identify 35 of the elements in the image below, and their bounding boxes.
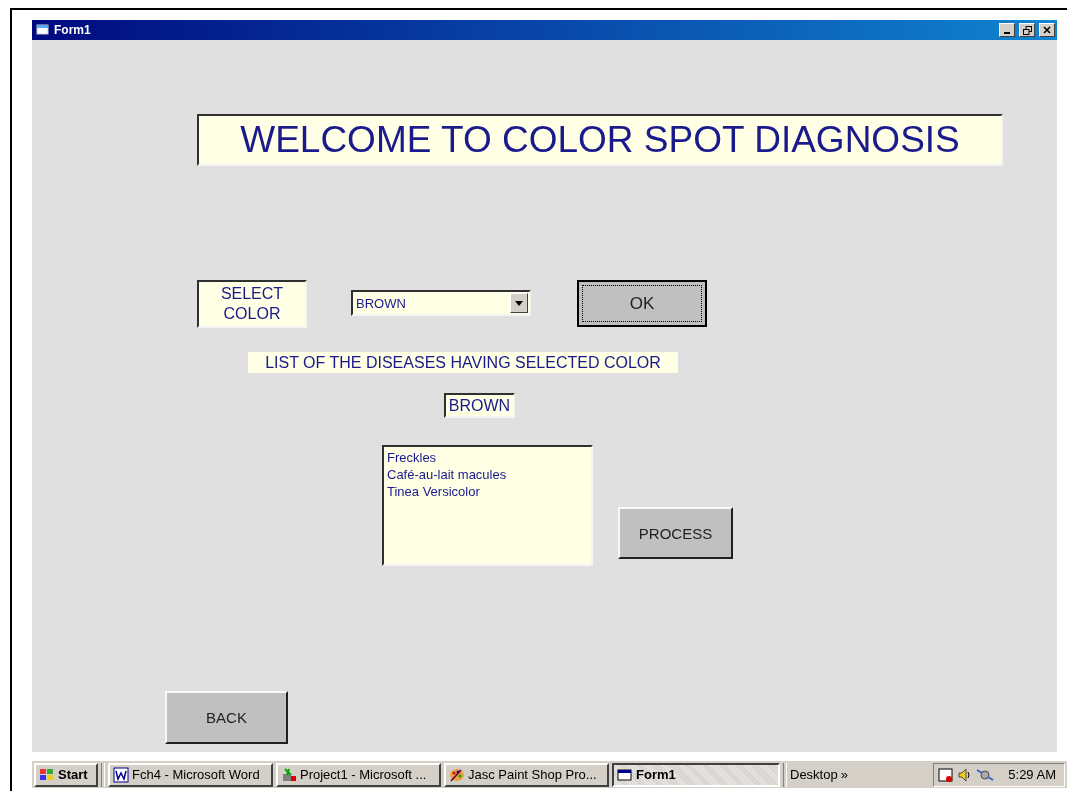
desktop-toolbar-label: Desktop	[790, 767, 838, 782]
minimize-button[interactable]	[999, 23, 1015, 37]
dropdown-button[interactable]	[510, 293, 528, 313]
back-button[interactable]: BACK	[165, 691, 288, 744]
clock: 5:29 AM	[1008, 767, 1056, 782]
taskbar-button[interactable]: Form1	[612, 762, 780, 787]
start-button[interactable]: Start	[34, 762, 98, 787]
window-title: Form1	[54, 23, 92, 37]
color-dropdown[interactable]: BROWN	[351, 290, 531, 316]
process-button[interactable]: PROCESS	[618, 507, 733, 559]
taskbar-button[interactable]: Fch4 - Microsoft Word	[108, 762, 273, 787]
disease-item[interactable]: Freckles	[387, 449, 588, 466]
palette-icon	[449, 766, 465, 783]
close-icon	[1043, 26, 1051, 34]
taskbar-button[interactable]: Jasc Paint Shop Pro...	[444, 762, 609, 787]
select-color-label: SELECT COLOR	[197, 280, 307, 328]
taskbar-button[interactable]: Project1 - Microsoft ...	[276, 762, 441, 787]
restore-button[interactable]	[1019, 23, 1035, 37]
selected-color-label: BROWN	[444, 393, 515, 418]
project-icon	[281, 766, 297, 783]
ok-button[interactable]: OK	[577, 280, 707, 327]
caret-icon	[515, 300, 523, 306]
window-icon	[617, 767, 633, 782]
disease-item[interactable]: Tinea Versicolor	[387, 483, 588, 500]
disease-item[interactable]: Café-au-lait macules	[387, 466, 588, 483]
speaker-icon	[958, 766, 973, 783]
list-caption: LIST OF THE DISEASES HAVING SELECTED COLOR	[248, 352, 678, 373]
window-icon	[36, 24, 50, 36]
close-button[interactable]	[1039, 23, 1055, 37]
heading-label: WELCOME TO COLOR SPOT DIAGNOSIS	[197, 114, 1003, 166]
disease-list[interactable]: Freckles Café-au-lait macules Tinea Versicolor	[382, 445, 593, 566]
windows-logo-icon	[39, 767, 55, 782]
restore-icon	[1022, 25, 1032, 35]
document-icon	[113, 766, 129, 783]
toolbar-chevron[interactable]: »	[840, 767, 848, 782]
